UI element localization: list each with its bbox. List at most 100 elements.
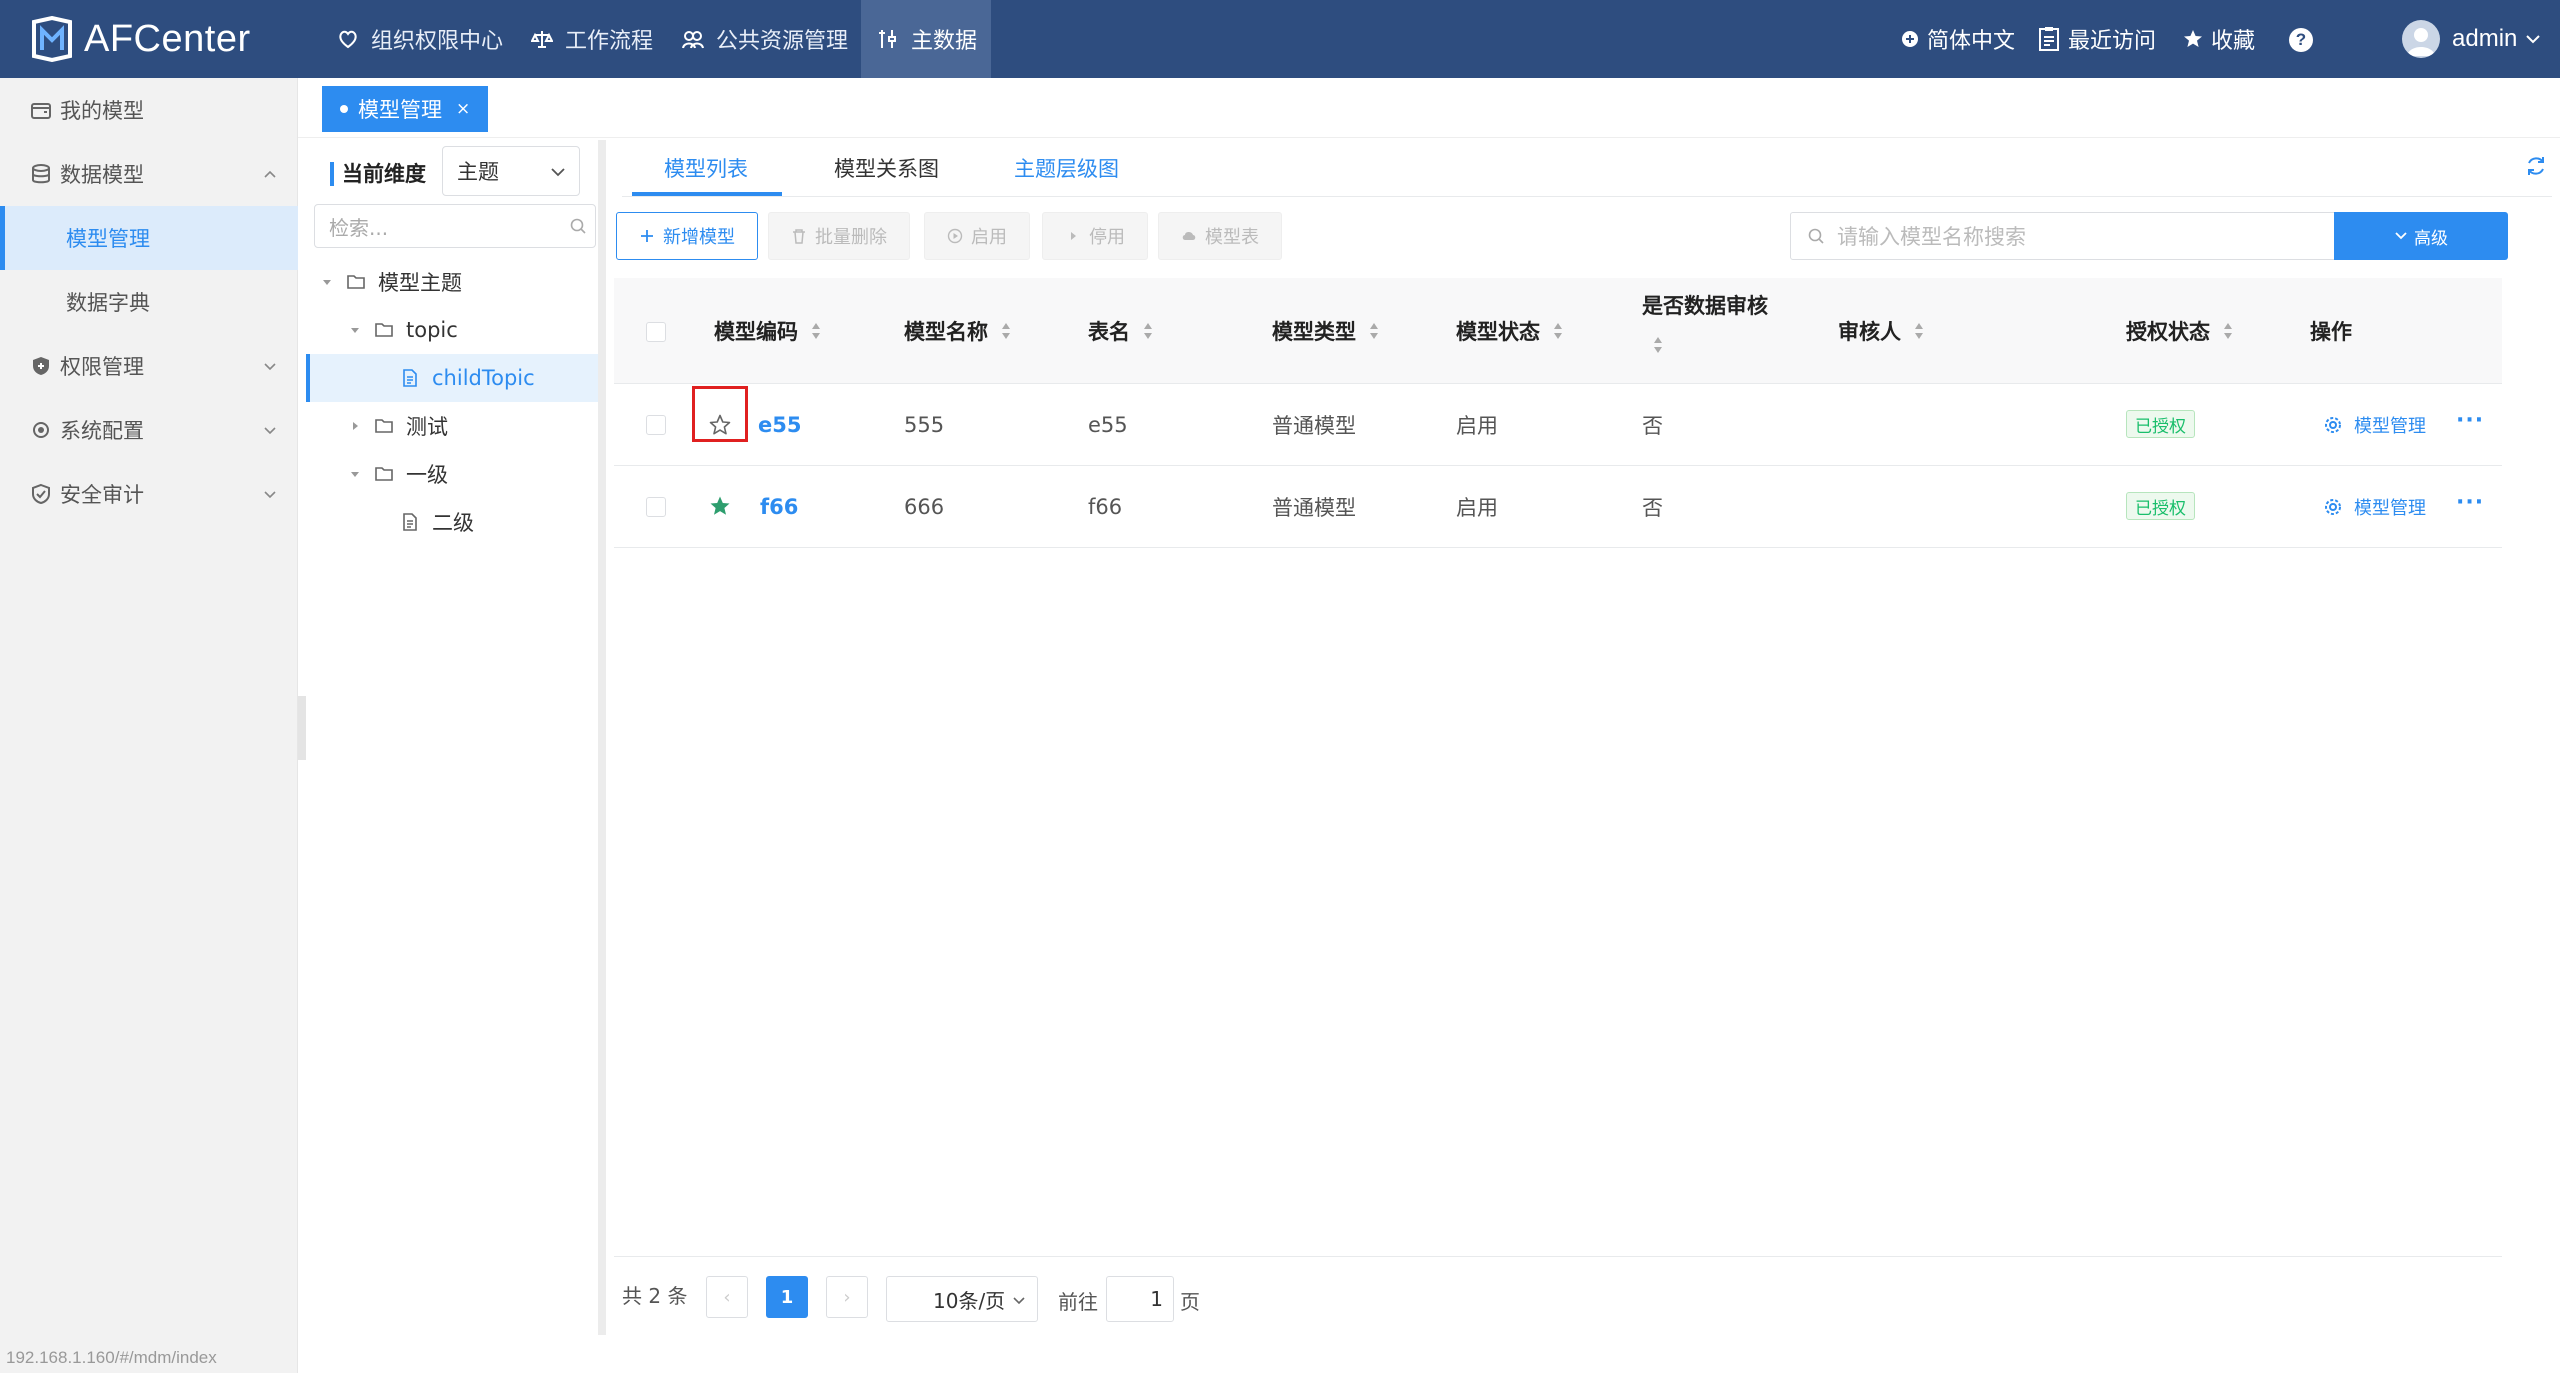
tree-node-test[interactable]: 测试 xyxy=(348,402,448,450)
batch-delete-button[interactable]: 批量删除 xyxy=(768,212,910,260)
more-actions-button[interactable]: ··· xyxy=(2456,490,2484,515)
sidebar-item-system-config[interactable]: 系统配置 xyxy=(0,398,298,462)
tree-node-level-one[interactable]: 一级 xyxy=(348,450,448,498)
close-icon[interactable]: × xyxy=(456,99,470,119)
tree-node-topic[interactable]: topic xyxy=(348,306,458,354)
tree-node-model-topic[interactable]: 模型主题 xyxy=(320,258,462,306)
dimension-label: 当前维度 xyxy=(342,162,426,186)
search-icon xyxy=(1808,228,1824,244)
tree-node-childtopic[interactable]: childTopic xyxy=(306,354,598,402)
goto-page-input[interactable]: 1 xyxy=(1106,1276,1174,1322)
tab-topic-hierarchy[interactable]: 主题层级图 xyxy=(1014,140,1119,196)
search-icon xyxy=(570,218,586,234)
column-header-model-type[interactable]: 模型类型 xyxy=(1272,316,1380,346)
button-label: 启用 xyxy=(971,227,1007,248)
sort-icon[interactable] xyxy=(1652,334,1664,356)
nav-workflow[interactable]: 工作流程 xyxy=(531,0,653,78)
column-title: 模型状态 xyxy=(1456,320,1540,344)
nav-label: 工作流程 xyxy=(565,29,654,54)
favorites[interactable]: 收藏 xyxy=(2183,0,2255,78)
tree-search-input[interactable]: 检索... xyxy=(314,204,596,248)
tree-node-label: 测试 xyxy=(406,415,448,439)
column-header-model-status[interactable]: 模型状态 xyxy=(1456,316,1564,346)
tab-model-relationship[interactable]: 模型关系图 xyxy=(834,140,939,196)
sort-icon xyxy=(1554,323,1562,339)
chevron-down-icon[interactable] xyxy=(2524,30,2542,48)
more-actions-button[interactable]: ··· xyxy=(2456,408,2484,433)
nav-master-data[interactable]: 主数据 xyxy=(861,0,991,78)
gear-icon xyxy=(2325,499,2341,515)
dimension-select[interactable]: 主题 xyxy=(442,146,580,196)
user-name[interactable]: admin xyxy=(2452,0,2517,78)
favorites-label: 收藏 xyxy=(2211,29,2256,54)
disable-button[interactable]: 停用 xyxy=(1042,212,1148,260)
chevron-down-icon xyxy=(264,427,276,435)
page-size-select[interactable]: 10条/页 xyxy=(886,1276,1038,1322)
caret-down-icon xyxy=(351,472,359,477)
app-logo[interactable]: AFCenter xyxy=(30,16,251,62)
model-code-link[interactable]: e55 xyxy=(758,384,801,466)
cell-model-status: 启用 xyxy=(1456,496,1498,520)
sidebar-item-label: 模型管理 xyxy=(66,227,150,251)
column-header-reviewer[interactable]: 审核人 xyxy=(1838,316,1925,346)
nav-public-resources[interactable]: 公共资源管理 xyxy=(682,0,848,78)
column-header-table-name[interactable]: 表名 xyxy=(1088,316,1154,346)
audit-shield-icon xyxy=(32,483,50,505)
page-tab-model-management[interactable]: 模型管理 × xyxy=(322,86,489,132)
model-table-button[interactable]: 模型表 xyxy=(1158,212,1282,260)
refresh-icon[interactable] xyxy=(2524,154,2548,178)
star-filled-icon[interactable] xyxy=(708,494,732,518)
caret-right-icon xyxy=(353,422,358,430)
column-header-actions: 操作 xyxy=(2310,316,2352,346)
model-management-action[interactable]: 模型管理 xyxy=(2322,494,2426,520)
search-placeholder: 请输入模型名称搜索 xyxy=(1837,225,2026,249)
sidebar-item-label: 我的模型 xyxy=(60,99,144,123)
plus-icon xyxy=(641,230,653,242)
avatar[interactable] xyxy=(2402,20,2440,58)
sidebar-item-data-dictionary[interactable]: 数据字典 xyxy=(0,270,298,334)
sidebar-item-my-models[interactable]: 我的模型 xyxy=(0,78,298,142)
folder-icon xyxy=(375,419,393,433)
app-name: AFCenter xyxy=(84,17,251,60)
tab-model-list[interactable]: 模型列表 xyxy=(664,140,748,196)
gear-icon xyxy=(2325,417,2341,433)
tab-divider xyxy=(622,196,2552,197)
advanced-search-button[interactable]: 高级 xyxy=(2334,212,2508,260)
page-number-button[interactable]: 1 xyxy=(766,1276,808,1318)
add-model-button[interactable]: 新增模型 xyxy=(616,212,758,260)
status-badge: 已授权 xyxy=(2126,492,2195,520)
nav-org-permission[interactable]: 组织权限中心 xyxy=(337,0,503,78)
row-checkbox[interactable] xyxy=(646,415,666,435)
folder-icon xyxy=(375,323,393,337)
select-all-checkbox[interactable] xyxy=(646,322,666,342)
model-code-link[interactable]: f66 xyxy=(760,466,798,548)
column-header-data-audit[interactable]: 是否数据审核 xyxy=(1642,290,1768,320)
model-search-input[interactable]: 请输入模型名称搜索 xyxy=(1790,212,2350,260)
sidebar-item-label: 安全审计 xyxy=(60,483,144,507)
column-title: 是否数据审核 xyxy=(1642,294,1768,318)
language-switch[interactable]: 简体中文 xyxy=(1901,0,2015,78)
model-management-action[interactable]: 模型管理 xyxy=(2322,412,2426,438)
column-title: 授权状态 xyxy=(2126,320,2210,344)
status-badge: 已授权 xyxy=(2126,410,2195,438)
tree-node-level-two[interactable]: 二级 xyxy=(400,498,474,546)
sidebar-item-model-management[interactable]: 模型管理 xyxy=(0,206,298,270)
sidebar-item-permission[interactable]: 权限管理 xyxy=(0,334,298,398)
help-icon[interactable]: ? xyxy=(2289,28,2313,52)
page-size-value: 10条/页 xyxy=(933,1288,1006,1313)
next-page-button[interactable]: › xyxy=(826,1276,868,1318)
sidebar-item-security-audit[interactable]: 安全审计 xyxy=(0,462,298,526)
afcenter-logo-icon xyxy=(32,16,72,62)
column-header-auth-status[interactable]: 授权状态 xyxy=(2126,316,2234,346)
column-header-model-name[interactable]: 模型名称 xyxy=(904,316,1012,346)
recent-visits[interactable]: 最近访问 xyxy=(2038,0,2156,78)
wallet-icon xyxy=(31,103,51,119)
column-title: 模型类型 xyxy=(1272,320,1356,344)
button-label: 新增模型 xyxy=(663,227,735,248)
prev-page-button[interactable]: ‹ xyxy=(706,1276,748,1318)
column-header-model-code[interactable]: 模型编码 xyxy=(714,316,822,346)
enable-button[interactable]: 启用 xyxy=(924,212,1030,260)
row-checkbox[interactable] xyxy=(646,497,666,517)
sidebar-item-data-model[interactable]: 数据模型 xyxy=(0,142,298,206)
sidebar-item-label: 系统配置 xyxy=(60,419,144,443)
